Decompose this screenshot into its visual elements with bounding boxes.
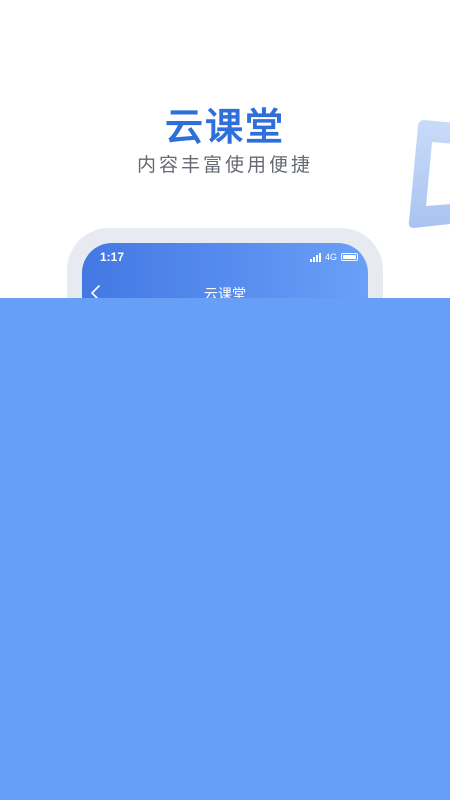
- network-type: 4G: [324, 252, 337, 262]
- status-indicators: 4G: [309, 251, 358, 263]
- signal-icon: [309, 252, 321, 262]
- decorative-shape-icon: [408, 120, 450, 228]
- battery-icon: [341, 253, 358, 261]
- status-time: 1:17: [100, 250, 125, 264]
- promo-page: 云课堂 内容丰富使用便捷 1:17 4G 云课堂: [0, 0, 450, 800]
- hero-subtitle: 内容丰富使用便捷: [136, 154, 313, 176]
- hero-title: 云课堂: [164, 105, 285, 149]
- status-bar: 1:17 4G: [82, 243, 368, 271]
- overlay-panel: [0, 298, 450, 800]
